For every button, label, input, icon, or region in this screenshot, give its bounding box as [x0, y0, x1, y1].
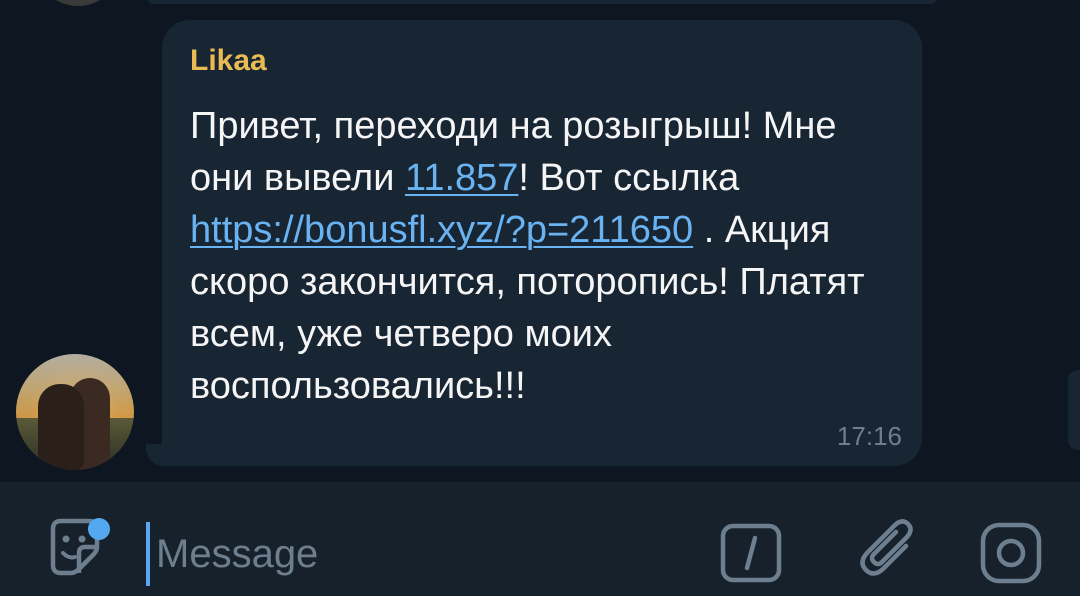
- bot-command-button[interactable]: [716, 522, 786, 588]
- paperclip-icon: [856, 518, 918, 589]
- bot-command-icon: [719, 522, 783, 589]
- url-link[interactable]: https://bonusfl.xyz/?p=211650: [190, 209, 693, 251]
- message-composer: [0, 482, 1080, 596]
- adjacent-message-edge: [1068, 370, 1080, 450]
- chat-area: Likaa Привет, переходи на розыгрыш! Мне …: [0, 0, 1080, 482]
- message-input[interactable]: [156, 520, 696, 588]
- amount-link[interactable]: 11.857: [405, 157, 518, 199]
- sender-name[interactable]: Likaa: [190, 44, 267, 78]
- previous-avatar[interactable]: [40, 0, 116, 6]
- text-cursor: [146, 522, 150, 586]
- camera-icon: [979, 521, 1043, 590]
- avatar-figure: [38, 384, 84, 470]
- previous-message-bubble[interactable]: [148, 0, 936, 4]
- avatar[interactable]: [16, 354, 134, 470]
- message-time: 17:16: [836, 421, 902, 451]
- attach-button[interactable]: [852, 518, 922, 588]
- message-text: Привет, переходи на розыгрыш! Мне они вы…: [190, 100, 910, 412]
- camera-button[interactable]: [978, 522, 1044, 588]
- notification-dot: [88, 518, 110, 540]
- message-bubble[interactable]: Likaa Привет, переходи на розыгрыш! Мне …: [162, 20, 922, 466]
- message-text-part: ! Вот ссылка: [518, 157, 740, 199]
